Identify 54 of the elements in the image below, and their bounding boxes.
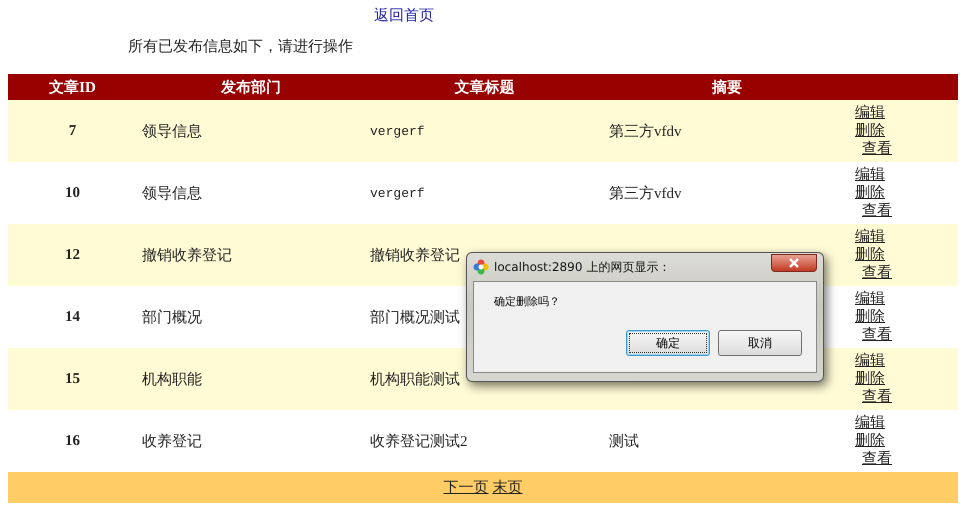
table-cell: 15	[65, 370, 80, 386]
browser-logo-icon	[473, 259, 489, 275]
action-link[interactable]: 编辑	[855, 104, 885, 122]
action-link[interactable]: 查看	[862, 326, 892, 344]
instruction-text: 所有已发布信息如下，请进行操作	[128, 39, 353, 55]
action-link[interactable]: 查看	[862, 450, 892, 468]
column-header: 摘要	[710, 78, 743, 96]
action-link[interactable]: 删除	[855, 308, 885, 326]
table-cell: 收养登记测试2	[370, 434, 468, 450]
cancel-button[interactable]: 取消	[718, 330, 802, 356]
table-cell: vergerf	[370, 186, 425, 200]
action-link[interactable]: 编辑	[855, 290, 885, 308]
action-link[interactable]: 删除	[855, 370, 885, 388]
table-cell: vergerf	[370, 124, 425, 138]
action-link[interactable]: 查看	[862, 140, 892, 158]
action-link[interactable]: 删除	[855, 432, 885, 450]
action-link[interactable]: 删除	[855, 246, 885, 264]
action-link[interactable]: 查看	[862, 264, 892, 282]
action-link[interactable]: 编辑	[855, 228, 885, 246]
action-link[interactable]: 查看	[862, 202, 892, 220]
table-cell: 部门概况测试	[370, 310, 460, 326]
action-link[interactable]: 查看	[862, 388, 892, 406]
pager-link[interactable]: 下一页	[444, 478, 488, 497]
home-link[interactable]: 返回首页	[374, 8, 434, 24]
action-link[interactable]: 编辑	[855, 352, 885, 370]
column-header: 发布部门	[220, 78, 282, 96]
table-cell: 16	[65, 432, 80, 448]
table-cell: 领导信息	[142, 186, 202, 202]
table-cell: 机构职能	[142, 372, 202, 388]
close-button[interactable]	[771, 254, 817, 272]
table-cell: 7	[68, 122, 76, 138]
table-cell: 收养登记	[142, 434, 202, 450]
table-cell: 10	[65, 184, 80, 200]
table-cell: 撤销收养登记	[370, 248, 460, 264]
dialog-title: localhost:2890 上的网页显示：	[494, 258, 672, 276]
ok-button[interactable]: 确定	[626, 330, 710, 356]
action-link[interactable]: 删除	[855, 184, 885, 202]
pager-link[interactable]: 末页	[492, 478, 522, 497]
table-cell: 机构职能测试	[370, 372, 460, 388]
table-cell: 第三方vfdv	[609, 186, 682, 202]
table-cell: 12	[65, 246, 80, 262]
action-link[interactable]: 删除	[855, 122, 885, 140]
table-cell: 撤销收养登记	[142, 248, 232, 264]
column-header: 文章标题	[454, 78, 516, 96]
action-link[interactable]: 编辑	[855, 414, 885, 432]
table-cell: 测试	[609, 434, 639, 450]
close-icon	[788, 258, 800, 268]
column-header: 文章ID	[48, 78, 97, 96]
table-cell: 第三方vfdv	[609, 124, 682, 140]
table-cell: 14	[65, 308, 80, 324]
action-link[interactable]: 编辑	[855, 166, 885, 184]
dialog-message: 确定删除吗？	[494, 295, 560, 308]
table-cell: 部门概况	[142, 310, 202, 326]
table-cell: 领导信息	[142, 124, 202, 140]
